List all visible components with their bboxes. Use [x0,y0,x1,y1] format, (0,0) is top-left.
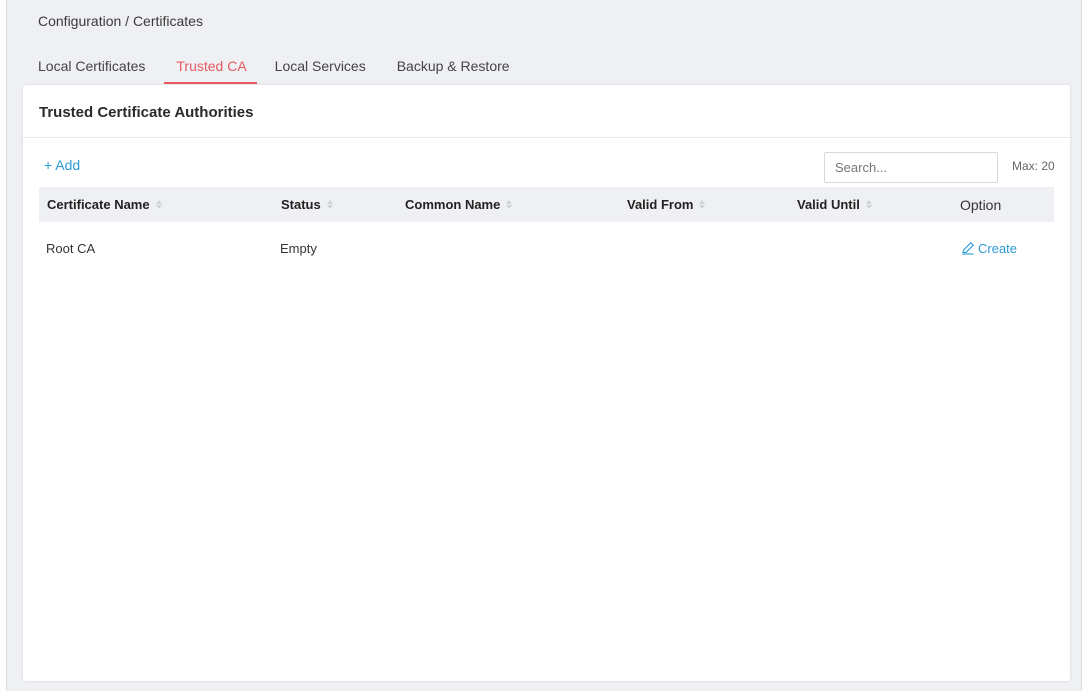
tab-local-certificates[interactable]: Local Certificates [38,58,145,84]
sort-icon[interactable] [326,200,333,209]
column-header-certificate-name[interactable]: Certificate Name [47,187,162,222]
column-header-status[interactable]: Status [281,187,333,222]
pencil-icon [962,242,974,255]
card-title: Trusted Certificate Authorities [39,104,254,121]
search-input[interactable] [824,152,998,183]
trusted-ca-card: Trusted Certificate Authorities + Add Ma… [23,85,1070,681]
table-header: Certificate Name Status Common Name Vali… [39,187,1054,222]
cell-option: Create [961,228,1017,268]
tab-trusted-ca[interactable]: Trusted CA [164,58,257,84]
tab-backup-restore[interactable]: Backup & Restore [397,58,510,84]
sort-icon[interactable] [865,200,872,209]
cell-certificate-name: Root CA [46,240,96,256]
tab-bar: Local Certificates Trusted CA Local Serv… [38,58,541,84]
cell-status: Empty [280,240,317,256]
breadcrumb: Configuration / Certificates [38,13,203,29]
sort-icon[interactable] [699,200,706,209]
column-label: Common Name [405,197,501,212]
column-header-common-name[interactable]: Common Name [405,187,513,222]
column-label: Option [960,196,1002,213]
column-label: Status [281,197,321,212]
column-label: Valid From [627,197,694,212]
column-header-valid-until[interactable]: Valid Until [797,187,872,222]
tab-local-services[interactable]: Local Services [275,58,366,84]
column-header-option: Option [960,187,1001,222]
column-label: Valid Until [797,197,860,212]
add-button[interactable]: + Add [44,157,80,173]
create-label: Create [978,240,1018,256]
sort-icon[interactable] [506,200,513,209]
sort-icon[interactable] [155,200,162,209]
column-header-valid-from[interactable]: Valid From [627,187,706,222]
table-row: Root CA Empty Create [39,228,1054,268]
max-count-label: Max: 20 [1012,159,1055,173]
create-link[interactable]: Create [961,241,1017,256]
card-divider [23,137,1070,138]
column-label: Certificate Name [47,197,150,212]
